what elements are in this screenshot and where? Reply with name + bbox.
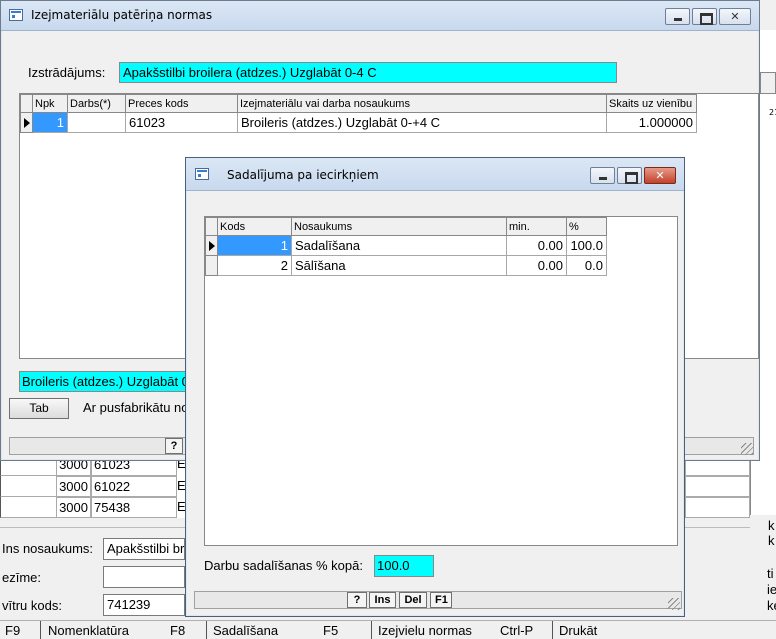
total-label: Darbu sadalīšanas % kopā: — [204, 558, 363, 573]
cell-nosaukums[interactable]: Sadalīšana — [291, 235, 507, 256]
right-edge-scroll — [760, 72, 776, 94]
insert-button[interactable]: Ins — [369, 592, 396, 608]
fn-key-label: F5 — [323, 623, 339, 638]
column-header-pct[interactable]: % — [566, 217, 607, 236]
close-icon[interactable]: ✕ — [719, 8, 751, 25]
dialog-close-icon[interactable]: ✕ — [644, 167, 676, 184]
dialog-titlebar[interactable]: Sadalījuma pa iecirkņiem ✕ — [186, 158, 684, 191]
total-field: 100.0 — [374, 555, 434, 577]
fn-key-text[interactable]: Nomenklatūra — [48, 623, 129, 638]
row-qty: 3000 — [56, 476, 91, 497]
fn-key-label: F8 — [170, 623, 186, 638]
right-edge-text: 21 — [769, 108, 776, 117]
table-row[interactable]: 1 61023 Broileris (atdzes.) Uzglabāt 0-+… — [20, 112, 697, 133]
cell-nosaukums[interactable]: Sālīšana — [291, 255, 507, 276]
right-fragment: ke — [767, 598, 776, 613]
row-code: 75438 — [91, 497, 177, 518]
row-code: 61022 — [91, 476, 177, 497]
column-header-skaits[interactable]: Skaits uz vienību — [606, 94, 697, 113]
row-indicator-header — [205, 217, 218, 236]
right-fragment: ie — [767, 582, 776, 597]
fn-key-label: F9 — [5, 623, 21, 638]
fn-key-separator — [371, 621, 372, 639]
fn-key-separator — [40, 621, 41, 639]
fn-key-label: Ctrl-P — [500, 623, 534, 638]
app-icon — [9, 9, 23, 21]
row-indicator — [205, 255, 218, 276]
right-fragment: k — [768, 518, 775, 533]
mark-label: ezīme: — [2, 570, 42, 585]
fn-key-f9[interactable]: F9 Nomenklatūra F8 Sadalīšana F5 Izejvie… — [0, 621, 600, 639]
fn-key-text[interactable]: Sadalīšana — [213, 623, 278, 638]
ins-name-field[interactable]: Apakšstilbi br — [103, 538, 185, 560]
main-help-button[interactable]: ? — [165, 438, 183, 454]
column-header-kods[interactable]: Preces kods — [125, 94, 238, 113]
dialog-title: Sadalījuma pa iecirkņiem — [227, 168, 379, 182]
cell-pct[interactable]: 100.0 — [566, 235, 607, 256]
maximize-icon[interactable] — [692, 8, 717, 25]
dialog-app-icon — [195, 168, 209, 180]
product-field[interactable]: Apakšstilbi broilera (atdzes.) Uzglabāt … — [119, 62, 617, 83]
table-row[interactable]: 1 Sadalīšana 0.00 100.0 — [205, 235, 607, 256]
main-titlebar[interactable]: Izejmateriālu patēriņa normas ✕ — [1, 1, 759, 31]
ins-name-label: Ins nosaukums: — [2, 541, 94, 556]
cell-pct[interactable]: 0.0 — [566, 255, 607, 276]
minimize-icon[interactable] — [665, 8, 690, 25]
cell-kods[interactable]: 61023 — [125, 112, 238, 133]
code-field[interactable]: 741239 — [103, 594, 185, 616]
row-pointer-icon — [20, 112, 33, 133]
cell-kods[interactable]: 1 — [217, 235, 292, 256]
pusfabrikatu-label: Ar pusfabrikātu no — [83, 400, 189, 415]
fn-key-separator — [552, 621, 553, 639]
row-indicator-header — [20, 94, 33, 113]
resize-grip-icon[interactable] — [741, 443, 753, 455]
column-header-min[interactable]: min. — [506, 217, 567, 236]
dialog-minimize-icon[interactable] — [590, 167, 615, 184]
main-window-title: Izejmateriālu patēriņa normas — [31, 8, 213, 22]
cell-darbs[interactable] — [67, 112, 126, 133]
column-header-kods[interactable]: Kods — [217, 217, 292, 236]
column-header-nosaukums[interactable]: Izejmateriālu vai darba nosaukums — [237, 94, 607, 113]
code-label: vītru kods: — [2, 598, 62, 613]
cell-nosaukums[interactable]: Broileris (atdzes.) Uzglabāt 0-+4 C — [237, 112, 607, 133]
column-header-nosaukums[interactable]: Nosaukums — [291, 217, 507, 236]
column-header-npk[interactable]: Npk — [32, 94, 68, 113]
product-label: Izstrādājums: — [28, 65, 106, 80]
cell-kods[interactable]: 2 — [217, 255, 292, 276]
dialog-resize-grip-icon[interactable] — [668, 598, 680, 610]
fn-key-separator — [206, 621, 207, 639]
f1-button[interactable]: F1 — [430, 592, 452, 608]
cell-min[interactable]: 0.00 — [506, 255, 567, 276]
dialog-help-button[interactable]: ? — [347, 592, 367, 608]
fn-key-text[interactable]: Drukāt — [559, 623, 597, 638]
dialog-window: Sadalījuma pa iecirkņiem ✕ Kods Nosaukum… — [185, 157, 685, 617]
mark-field[interactable] — [103, 566, 185, 588]
dialog-maximize-icon[interactable] — [617, 167, 642, 184]
row-qty: 3000 — [56, 497, 91, 518]
delete-button[interactable]: Del — [399, 592, 427, 608]
table-row[interactable]: 2 Sālīšana 0.00 0.0 — [205, 255, 607, 276]
row-pointer-icon — [205, 235, 218, 256]
cell-min[interactable]: 0.00 — [506, 235, 567, 256]
tab-button[interactable]: Tab — [9, 398, 69, 419]
selected-item-field: Broileris (atdzes.) Uzglabāt 0 — [19, 371, 209, 392]
right-fragment: k — [768, 533, 775, 548]
right-fragment: ti — [767, 566, 774, 581]
cell-npk[interactable]: 1 — [32, 112, 68, 133]
cell-skaits[interactable]: 1.000000 — [606, 112, 697, 133]
fn-key-text[interactable]: Izejvielu normas — [378, 623, 472, 638]
column-header-darbs[interactable]: Darbs(*) — [67, 94, 126, 113]
dialog-grid: Kods Nosaukums min. % 1 Sadalīšana 0.00 … — [204, 216, 678, 546]
